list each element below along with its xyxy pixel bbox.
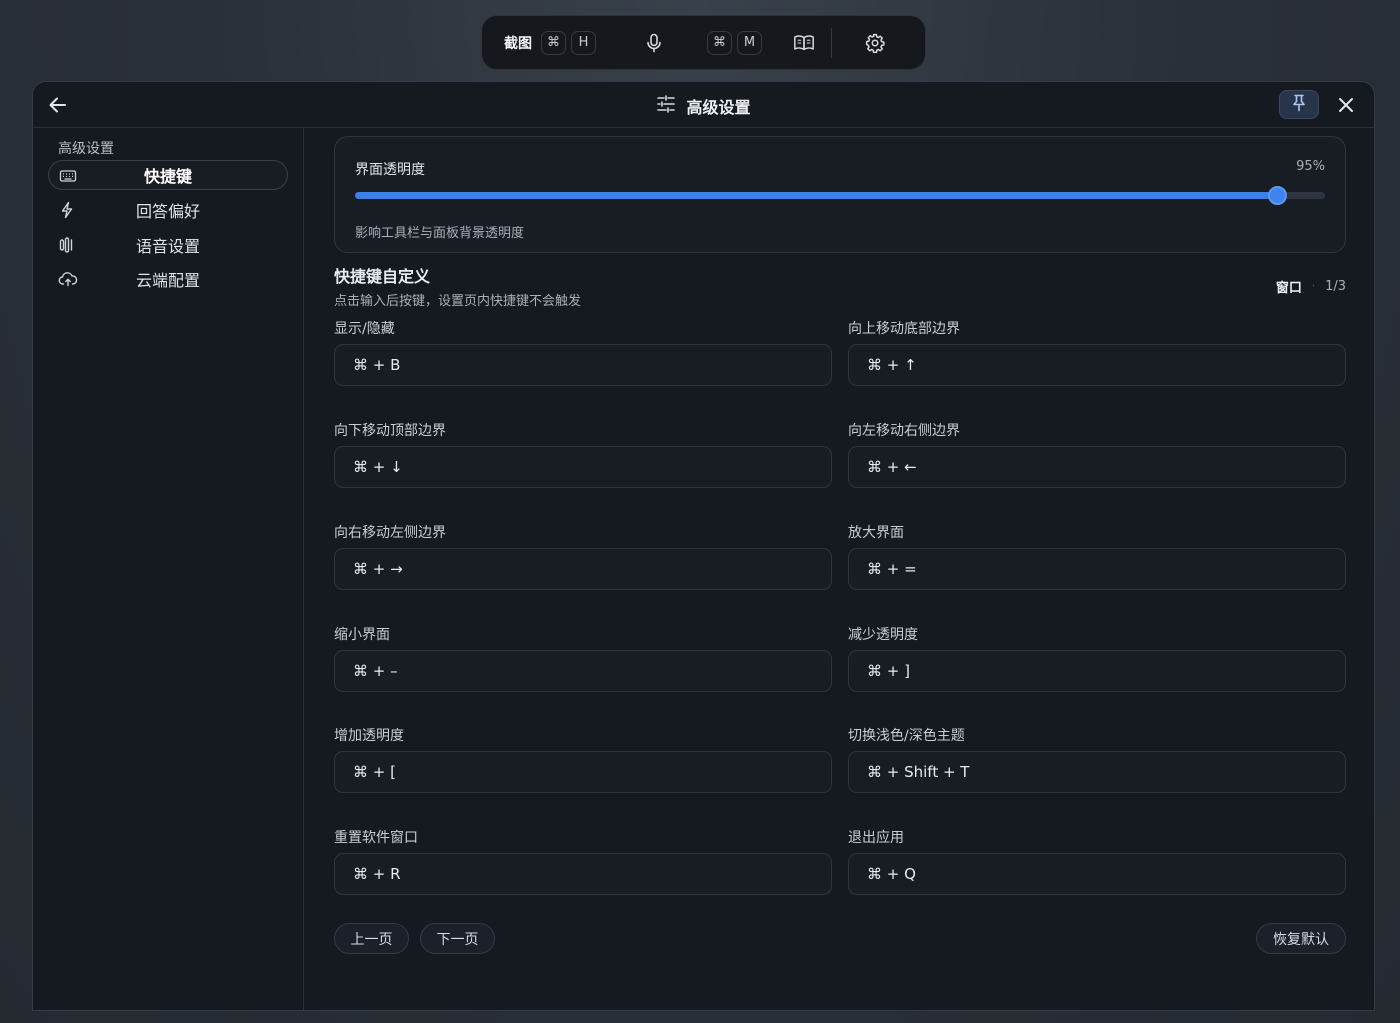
sliders-icon bbox=[656, 95, 676, 117]
opacity-title: 界面透明度 bbox=[355, 162, 425, 178]
window-titlebar: 高级设置 bbox=[33, 82, 1374, 128]
sidebar-item-label: 回答偏好 bbox=[135, 202, 200, 221]
voice-key-cmd: ⌘ bbox=[707, 30, 732, 55]
book-icon[interactable] bbox=[793, 32, 815, 54]
sidebar-item-answer-preference[interactable]: 回答偏好 bbox=[48, 195, 288, 225]
sidebar-item-label: 云端配置 bbox=[135, 271, 200, 290]
opacity-card: 界面透明度 95% 影响工具栏与面板背景透明度 bbox=[334, 136, 1346, 253]
shortcut-field-toggle-theme: 切换浅色/深色主题 ⌘ + Shift + T bbox=[848, 725, 1346, 793]
gear-icon[interactable] bbox=[864, 32, 886, 54]
sidebar-item-shortcuts[interactable]: 快捷键 bbox=[48, 160, 288, 190]
sidebar-item-cloud[interactable]: 云端配置 bbox=[48, 264, 288, 294]
window-title: 高级设置 bbox=[33, 94, 1374, 118]
opacity-value: 95% bbox=[1296, 159, 1325, 174]
sidebar-item-label: 快捷键 bbox=[143, 167, 192, 186]
voice-key-letter: M bbox=[737, 30, 762, 55]
shortcut-label: 退出应用 bbox=[848, 830, 904, 846]
shortcut-input[interactable]: ⌘ + Shift + T bbox=[848, 751, 1346, 793]
shortcut-field-move-left-right: 向右移动左侧边界 ⌘ + → bbox=[334, 522, 832, 590]
shortcut-field-move-bottom-up: 向上移动底部边界 ⌘ + ↑ bbox=[848, 318, 1346, 386]
prev-page-button[interactable]: 上一页 bbox=[334, 923, 409, 954]
shortcut-field-zoom-in: 放大界面 ⌘ + = bbox=[848, 522, 1346, 590]
next-page-button[interactable]: 下一页 bbox=[420, 923, 495, 954]
shortcut-input[interactable]: ⌘ + [ bbox=[334, 751, 832, 793]
shortcut-label: 向左移动右侧边界 bbox=[848, 423, 960, 439]
shortcut-field-zoom-out: 缩小界面 ⌘ + – bbox=[334, 624, 832, 692]
shortcut-label: 增加透明度 bbox=[334, 728, 404, 744]
window-title-text: 高级设置 bbox=[686, 98, 751, 117]
shortcut-field-show-hide: 显示/隐藏 ⌘ + B bbox=[334, 318, 832, 386]
opacity-description: 影响工具栏与面板背景透明度 bbox=[355, 226, 525, 241]
shortcut-category: 窗口 bbox=[1275, 281, 1302, 296]
screenshot-label[interactable]: 截图 bbox=[504, 33, 532, 53]
separator-dot: · bbox=[1311, 281, 1316, 292]
shortcut-field-quit-app: 退出应用 ⌘ + Q bbox=[848, 827, 1346, 895]
shortcut-field-move-top-down: 向下移动顶部边界 ⌘ + ↓ bbox=[334, 420, 832, 488]
sidebar-item-voice[interactable]: 语音设置 bbox=[48, 230, 288, 260]
shortcut-label: 显示/隐藏 bbox=[334, 321, 395, 337]
opacity-slider-thumb[interactable] bbox=[1267, 186, 1287, 205]
restore-defaults-button[interactable]: 恢复默认 bbox=[1256, 923, 1346, 954]
close-icon[interactable] bbox=[1335, 94, 1357, 116]
shortcut-label: 切换浅色/深色主题 bbox=[848, 728, 965, 744]
shortcut-label: 缩小界面 bbox=[334, 627, 390, 643]
shortcut-input[interactable]: ⌘ + → bbox=[334, 548, 832, 590]
shortcut-field-decrease-opacity: 减少透明度 ⌘ + ] bbox=[848, 624, 1346, 692]
shortcut-input[interactable]: ⌘ + ↑ bbox=[848, 344, 1346, 386]
shortcut-label: 减少透明度 bbox=[848, 627, 918, 643]
page-indicator: 1/3 bbox=[1325, 279, 1346, 294]
floating-toolbar: 截图 ⌘ H ⌘ M bbox=[481, 15, 926, 70]
shortcuts-section-title: 快捷键自定义 bbox=[334, 267, 431, 286]
opacity-slider-fill bbox=[355, 192, 1277, 199]
shortcut-input[interactable]: ⌘ + R bbox=[334, 853, 832, 895]
shortcut-input[interactable]: ⌘ + ← bbox=[848, 446, 1346, 488]
shortcut-input[interactable]: ⌘ + Q bbox=[848, 853, 1346, 895]
screenshot-key-cmd: ⌘ bbox=[541, 30, 566, 55]
shortcut-label: 重置软件窗口 bbox=[334, 830, 418, 846]
shortcut-input[interactable]: ⌘ + B bbox=[334, 344, 832, 386]
pin-button[interactable] bbox=[1279, 90, 1319, 119]
settings-content: 界面透明度 95% 影响工具栏与面板背景透明度 快捷键自定义 点击输入后按键，设… bbox=[334, 128, 1346, 1010]
shortcut-label: 向右移动左侧边界 bbox=[334, 525, 446, 541]
toolbar-divider bbox=[831, 27, 832, 58]
shortcut-label: 向上移动底部边界 bbox=[848, 321, 960, 337]
opacity-slider[interactable] bbox=[355, 186, 1325, 205]
shortcut-input[interactable]: ⌘ + ] bbox=[848, 650, 1346, 692]
settings-window: 高级设置 高级设置 快捷键 回答偏好 语音设置 云端配置 界面透明度 95% 影… bbox=[32, 81, 1375, 1011]
shortcuts-section-subtitle: 点击输入后按键，设置页内快捷键不会触发 bbox=[334, 294, 582, 309]
shortcut-label: 向下移动顶部边界 bbox=[334, 423, 446, 439]
shortcuts-pagination-info: 窗口 · 1/3 bbox=[1276, 277, 1346, 296]
shortcut-input[interactable]: ⌘ + ↓ bbox=[334, 446, 832, 488]
sidebar-item-label: 语音设置 bbox=[135, 237, 200, 256]
screenshot-key-letter: H bbox=[571, 30, 596, 55]
sidebar-heading: 高级设置 bbox=[58, 141, 114, 157]
microphone-icon[interactable] bbox=[643, 32, 665, 54]
shortcut-field-reset-window: 重置软件窗口 ⌘ + R bbox=[334, 827, 832, 895]
shortcut-field-move-right-left: 向左移动右侧边界 ⌘ + ← bbox=[848, 420, 1346, 488]
settings-sidebar: 高级设置 快捷键 回答偏好 语音设置 云端配置 bbox=[33, 128, 304, 1010]
shortcut-field-increase-opacity: 增加透明度 ⌘ + [ bbox=[334, 725, 832, 793]
shortcut-input[interactable]: ⌘ + – bbox=[334, 650, 832, 692]
pin-icon bbox=[1292, 94, 1306, 116]
shortcut-label: 放大界面 bbox=[848, 525, 904, 541]
shortcut-input[interactable]: ⌘ + = bbox=[848, 548, 1346, 590]
